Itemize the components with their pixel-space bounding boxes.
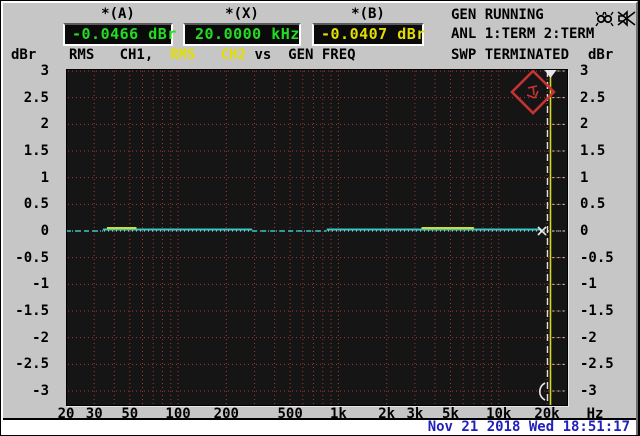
y-tick-left: -1 [32, 276, 49, 293]
readout-b: -0.0407 dBr [312, 23, 426, 46]
trace-vs-label: vs GEN FREQ [246, 47, 356, 63]
y-tick-right: -3 [580, 382, 597, 399]
readout-b-label: *(B) [351, 6, 385, 22]
y-unit-left: dBr [11, 47, 37, 63]
readout-a-value: -0.0466 dBr [72, 25, 177, 43]
y-tick-left: 1.5 [23, 143, 49, 159]
readout-x-label: *(X) [225, 6, 259, 22]
y-tick-left: 0 [40, 223, 49, 239]
graph-area [66, 69, 568, 406]
readout-a-label: *(A) [101, 6, 135, 22]
y-tick-right: 1.5 [580, 143, 606, 159]
footer-bar: Nov 21 2018 Wed 18:51:17 [3, 418, 636, 435]
y-unit-right: dBr [588, 47, 614, 63]
mute-speaker-icon [617, 10, 636, 27]
cursor-top-marker [544, 70, 557, 78]
y-tick-left: 2 [40, 116, 49, 133]
response-chart [67, 70, 567, 405]
y-tick-left: -0.5 [15, 249, 49, 266]
readout-b-value: -0.0407 dBr [321, 25, 426, 43]
y-tick-right: -2.5 [580, 356, 614, 373]
y-tick-left: -1.5 [15, 302, 49, 319]
readout-a: -0.0466 dBr [63, 23, 177, 46]
y-tick-right: 0.5 [580, 196, 606, 213]
readout-x: 20.0000 kHz [183, 23, 301, 46]
sweep-bug-icon [595, 10, 614, 27]
y-tick-right: 3 [580, 63, 589, 79]
analyzer-panel: *(A) *(X) *(B) -0.0466 dBr 20.0000 kHz -… [1, 1, 638, 435]
y-tick-left: 1 [40, 169, 49, 186]
status-anl: ANL 1:TERM 2:TERM [451, 26, 595, 42]
y-tick-left: 3 [40, 63, 49, 79]
trace-legend: RMS CH1, RMS CH2 vs GEN FREQ [69, 47, 356, 63]
diamond-glyph [526, 85, 539, 99]
y-tick-right: 2.5 [580, 89, 606, 106]
status-swp: SWP TERMINATED [451, 47, 570, 63]
y-tick-right: -2 [580, 329, 597, 346]
y-tick-left: -2.5 [15, 356, 49, 373]
y-tick-left: 0.5 [23, 196, 49, 213]
cursor-bottom-marker [538, 382, 546, 401]
status-gen: GEN RUNNING [451, 7, 544, 23]
datetime-stamp: Nov 21 2018 Wed 18:51:17 [427, 419, 630, 435]
y-tick-right: -1.5 [580, 302, 614, 319]
y-tick-right: 2 [580, 116, 589, 133]
y-tick-right: -0.5 [580, 249, 614, 266]
y-tick-left: 2.5 [23, 89, 49, 106]
y-tick-left: -2 [32, 329, 49, 346]
y-tick-left: -3 [32, 382, 49, 399]
trace-ch1-label: RMS CH1, [69, 47, 171, 63]
y-tick-right: -1 [580, 276, 597, 293]
trace-ch2-label: RMS CH2 [170, 47, 247, 63]
y-tick-right: 1 [580, 169, 589, 186]
readout-x-value: 20.0000 kHz [195, 25, 300, 43]
y-tick-right: 0 [580, 223, 589, 239]
